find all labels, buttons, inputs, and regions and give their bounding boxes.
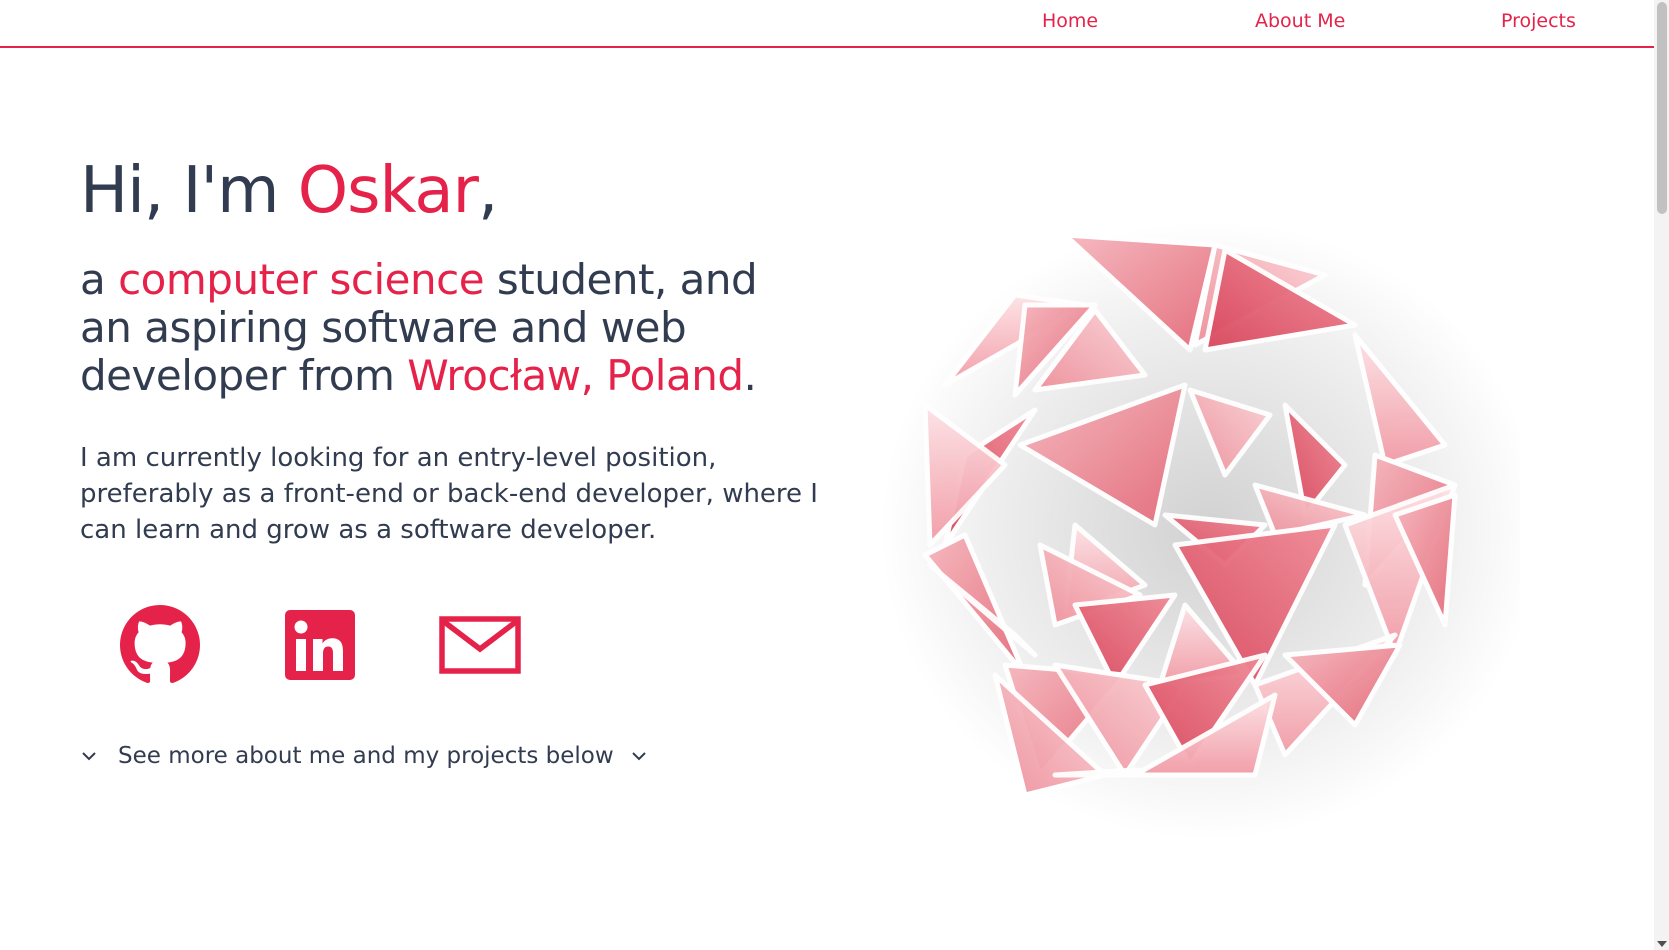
nav-link-about-me[interactable]: About Me bbox=[1255, 10, 1345, 32]
subtitle-part-1: a bbox=[80, 255, 119, 304]
hero-description: I am currently looking for an entry-leve… bbox=[80, 443, 818, 545]
linkedin-icon bbox=[285, 610, 355, 680]
sphere-graphic bbox=[880, 220, 1540, 840]
chevron-down-icon bbox=[631, 752, 646, 761]
geodesic-sphere-illustration bbox=[870, 200, 1540, 840]
page: Home About Me Projects Hi, I'm Oskar, a … bbox=[0, 0, 1669, 950]
subtitle-field: computer science bbox=[118, 255, 485, 304]
scroll-down-arrow-icon[interactable] bbox=[1657, 941, 1667, 947]
subtitle-location: Wrocław, Poland bbox=[407, 351, 744, 400]
nav-link-home[interactable]: Home bbox=[1042, 10, 1098, 32]
email-link[interactable] bbox=[438, 605, 521, 685]
linkedin-link[interactable] bbox=[280, 605, 360, 685]
vertical-scrollbar[interactable] bbox=[1654, 0, 1669, 950]
greeting-prefix: Hi, I'm bbox=[80, 154, 298, 228]
see-more-label: See more about me and my projects below bbox=[118, 743, 614, 769]
chevron-down-icon bbox=[82, 752, 96, 761]
hero-subtitle: a computer science student, and an aspir… bbox=[80, 256, 820, 400]
subtitle-part-3: . bbox=[743, 351, 757, 400]
github-link[interactable] bbox=[120, 605, 200, 685]
see-more-link[interactable]: See more about me and my projects below bbox=[80, 740, 648, 772]
hero-name: Oskar bbox=[297, 154, 479, 228]
nav-link-projects[interactable]: Projects bbox=[1501, 10, 1576, 32]
hero-title: Hi, I'm Oskar, bbox=[80, 154, 498, 228]
greeting-suffix: , bbox=[477, 154, 498, 228]
top-navigation: Home About Me Projects bbox=[0, 0, 1654, 48]
mail-icon bbox=[439, 616, 521, 674]
github-icon bbox=[120, 605, 200, 684]
scrollbar-thumb[interactable] bbox=[1657, 2, 1667, 214]
